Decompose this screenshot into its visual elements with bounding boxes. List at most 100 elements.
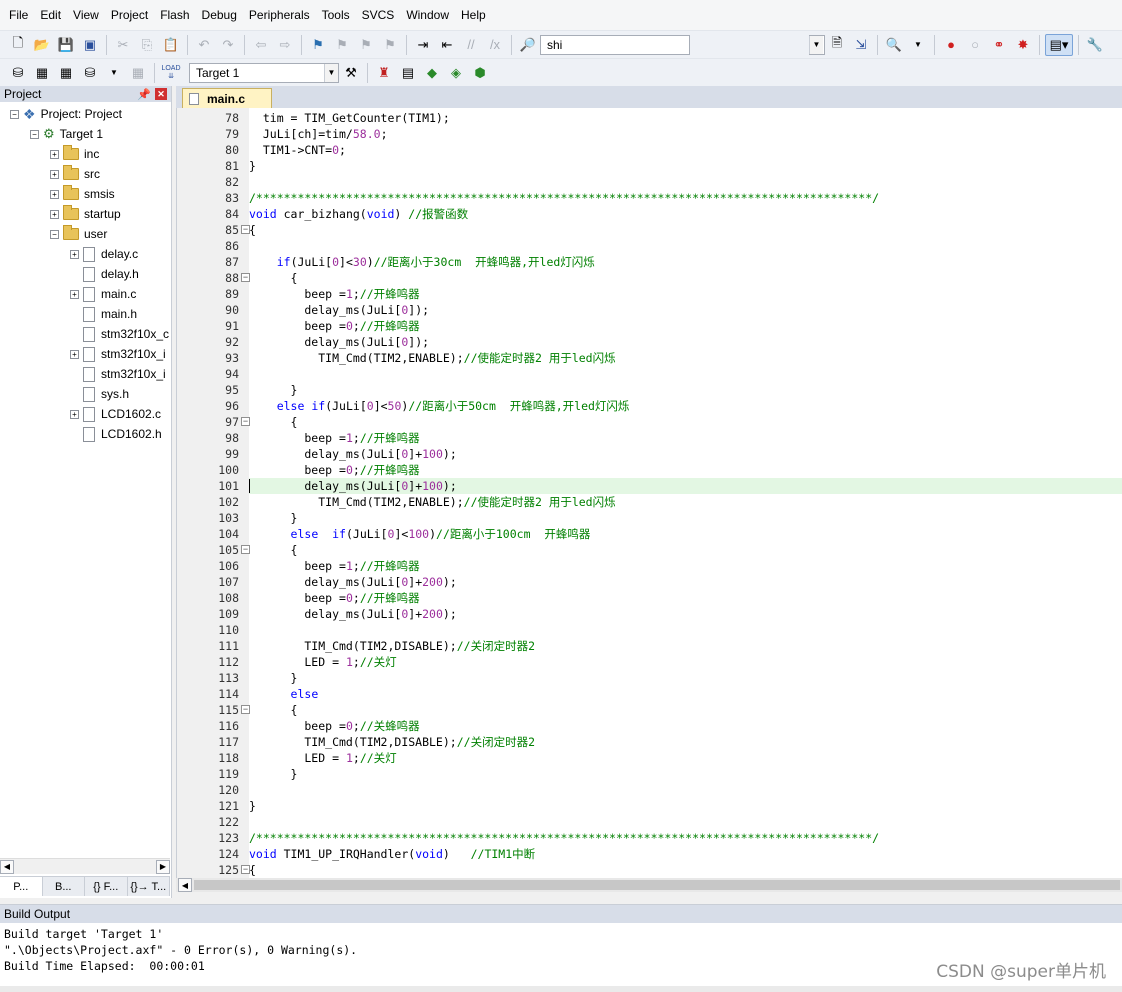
code-line[interactable]: else if(JuLi[0]<50)//距离小于50cm 开蜂鸣器,开led灯… [249,398,1122,414]
code-line[interactable] [249,814,1122,830]
download-icon[interactable]: LOAD ⇊ [160,62,182,84]
code-line[interactable]: beep =1;//开蜂鸣器 [249,286,1122,302]
tree-item[interactable]: + startup [50,204,121,224]
code-line[interactable]: delay_ms(JuLi[0]); [249,302,1122,318]
translate-icon[interactable]: ⛁ [7,62,29,84]
menu-peripherals[interactable]: Peripherals [243,0,316,30]
code-line[interactable]: { [249,222,1122,238]
tree-item[interactable]: + LCD1602.c [70,404,161,424]
code-line[interactable]: } [249,766,1122,782]
code-line[interactable]: { [249,542,1122,558]
code-line[interactable]: delay_ms(JuLi[0]+100); [249,446,1122,462]
code-line[interactable]: delay_ms(JuLi[0]+200); [249,606,1122,622]
insert-breakpoint-icon[interactable]: ● [940,34,962,56]
find-in-files-icon[interactable]: 🔎 [517,34,539,56]
code-line[interactable] [249,366,1122,382]
run-time-environment-icon[interactable]: ⬢ [469,62,491,84]
code-line[interactable]: else if(JuLi[0]<100)//距离小于100cm 开蜂鸣器 [249,526,1122,542]
paste-icon[interactable]: 📋 [160,34,182,56]
prev-bookmark-icon[interactable]: ⚑ [331,34,353,56]
kill-breakpoints-icon[interactable]: ✸ [1012,34,1034,56]
redo-icon[interactable]: ↷ [217,34,239,56]
scroll-thumb[interactable] [194,880,1120,890]
code-line[interactable]: } [249,510,1122,526]
find-icon[interactable]: 🗎 [826,34,848,56]
tree-item[interactable]: + inc [50,144,99,164]
debug-session-icon[interactable]: 🔍 [883,34,905,56]
panel-tab[interactable]: {}→ T... [128,877,170,896]
new-file-icon[interactable]: 🗋 [7,34,29,56]
menu-flash[interactable]: Flash [154,0,195,30]
menu-edit[interactable]: Edit [34,0,67,30]
build-output-scrollbar[interactable] [0,986,1122,992]
code-line[interactable]: beep =1;//开蜂鸣器 [249,558,1122,574]
expand-icon[interactable]: + [50,189,59,199]
code-line[interactable]: LED = 1;//关灯 [249,654,1122,670]
tree-item[interactable]: + stm32f10x_i [70,344,166,364]
tree-item[interactable]: + smsis [50,184,115,204]
navigate-forward-icon[interactable]: ⇨ [274,34,296,56]
find-combo[interactable]: shi [540,34,690,55]
code-line[interactable]: TIM1->CNT=0; [249,142,1122,158]
scroll-right-icon[interactable]: ▶ [156,859,170,874]
scroll-left-icon[interactable]: ◀ [178,878,192,892]
code-line[interactable]: JuLi[ch]=tim/58.0; [249,126,1122,142]
configure-icon[interactable]: 🔧 [1084,34,1106,56]
tree-item[interactable]: sys.h [70,384,129,404]
indent-icon[interactable]: ⇥ [412,34,434,56]
code-line[interactable]: TIM_Cmd(TIM2,DISABLE);//关闭定时器2 [249,734,1122,750]
undo-icon[interactable]: ↶ [193,34,215,56]
disable-breakpoints-icon[interactable]: ⚭ [988,34,1010,56]
menu-help[interactable]: Help [455,0,492,30]
code-line[interactable]: } [249,670,1122,686]
pack-installer-icon[interactable]: ◈ [445,62,467,84]
tab-main-c[interactable]: main.c [182,88,272,108]
unindent-icon[interactable]: ⇤ [436,34,458,56]
save-icon[interactable]: 💾 [55,34,77,56]
code-line[interactable]: { [249,862,1122,878]
panel-tab[interactable]: P... [0,877,43,896]
code-line[interactable]: { [249,414,1122,430]
expand-icon[interactable]: + [70,409,79,419]
menu-view[interactable]: View [67,0,105,30]
select-packs-icon[interactable]: ◆ [421,62,443,84]
code-line[interactable] [249,782,1122,798]
batch-build-icon[interactable]: ⛁ [79,62,101,84]
tree-item[interactable]: + delay.c [70,244,138,264]
tree-item[interactable]: stm32f10x_c [70,324,169,344]
expand-icon[interactable]: + [50,149,59,159]
code-line[interactable]: } [249,798,1122,814]
expand-icon[interactable]: + [70,349,79,359]
code-line[interactable]: void car_bizhang(void) //报警函数 [249,206,1122,222]
collapse-icon[interactable]: − [10,109,19,119]
code-line[interactable]: beep =0;//关蜂鸣器 [249,718,1122,734]
expand-icon[interactable]: + [50,169,59,179]
copy-icon[interactable]: ⎘ [136,34,158,56]
code-line[interactable] [249,174,1122,190]
manage-components-icon[interactable]: ▤ [397,62,419,84]
code-line[interactable]: { [249,702,1122,718]
tree-item[interactable]: stm32f10x_i [70,364,166,384]
batch-dropdown-icon[interactable]: ▼ [103,62,125,84]
code-area[interactable]: tim = TIM_GetCounter(TIM1); JuLi[ch]=tim… [249,108,1122,878]
code-line[interactable]: } [249,158,1122,174]
next-bookmark-icon[interactable]: ⚑ [355,34,377,56]
incremental-find-icon[interactable]: ⇲ [850,34,872,56]
collapse-icon[interactable]: − [50,229,59,239]
tree-item[interactable]: − user [50,224,107,244]
target-select[interactable]: Target 1 ▼ [189,62,339,83]
code-line[interactable]: tim = TIM_GetCounter(TIM1); [249,110,1122,126]
code-line[interactable]: beep =0;//开蜂鸣器 [249,318,1122,334]
editor-hscrollbar[interactable]: ◀ [176,878,1122,892]
tree-item[interactable]: − ⚙ Target 1 [30,124,103,144]
find-combo-dropdown[interactable]: ▼ [809,34,825,55]
tree-item[interactable]: − ❖ Project: Project [10,104,122,124]
stop-build-icon[interactable]: ▦ [127,62,149,84]
tree-item[interactable]: + main.c [70,284,136,304]
code-line[interactable]: LED = 1;//关灯 [249,750,1122,766]
enable-breakpoint-icon[interactable]: ○ [964,34,986,56]
comment-icon[interactable]: // [460,34,482,56]
code-line[interactable]: else [249,686,1122,702]
expand-icon[interactable]: + [70,249,79,259]
debug-dropdown-icon[interactable]: ▼ [907,34,929,56]
